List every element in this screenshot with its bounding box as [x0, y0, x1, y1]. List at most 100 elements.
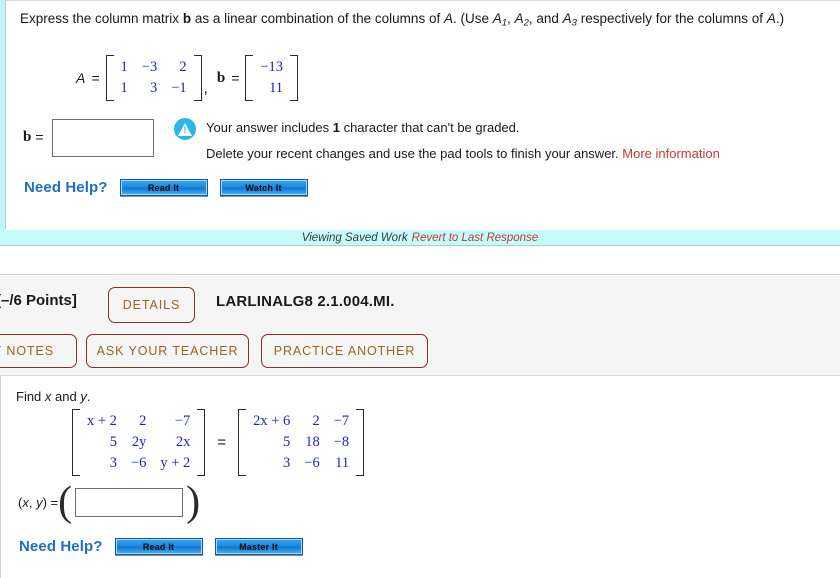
panel-spacer — [0, 247, 840, 275]
cell: 5 — [283, 434, 291, 450]
cell: 2 — [179, 59, 187, 75]
prompt-A1: A — [492, 11, 502, 26]
matrix-left-close-bracket — [197, 409, 206, 476]
prompt-A2: A — [514, 11, 524, 26]
need-help-row-q1: Need Help? Read It Watch It — [24, 179, 308, 196]
table-row: 3 −6 y + 2 — [80, 453, 197, 474]
prompt-text-1: Express the column matrix — [20, 11, 183, 26]
prompt-text-2: as a linear combination of the columns o… — [191, 11, 444, 26]
table-row: 3 −6 11 — [246, 453, 356, 474]
need-help-label-q2: Need Help? — [19, 538, 103, 555]
matrix-left-open-bracket — [72, 409, 80, 476]
cell: 3 — [109, 455, 117, 471]
prompt-A3: A — [562, 11, 572, 26]
cell: 5 — [109, 434, 117, 450]
cell: y + 2 — [160, 455, 191, 471]
prompt-matrix-A: A — [443, 11, 453, 26]
matrix-A-values: 1 −3 2 1 3 −1 — [114, 57, 194, 99]
matrix-left-values: x + 2 2 −7 5 2y 2x 3 −6 y + 2 — [80, 411, 197, 474]
more-information-link[interactable]: More information — [622, 146, 720, 161]
matrix-b-right-bracket — [290, 55, 299, 101]
cell: 18 — [305, 434, 320, 450]
cell: 1 — [120, 80, 128, 96]
cell: 2 — [312, 413, 320, 429]
table-row: 2x + 6 2 −7 — [246, 411, 356, 432]
my-notes-button[interactable]: Y NOTES — [0, 334, 77, 368]
table-row: 1 3 −1 — [114, 78, 194, 99]
warning-message: Your answer includes 1 character that ca… — [206, 115, 720, 167]
answer-row-q2: (x, y) = ( ) — [18, 479, 201, 525]
need-help-label-q1: Need Help? — [24, 179, 108, 196]
question-1-panel: Express the column matrix b as a linear … — [0, 0, 840, 230]
answer-warning-block: ! Your answer includes 1 character that … — [174, 115, 720, 167]
q2-prompt-and: and — [51, 389, 81, 404]
question-1-body: Express the column matrix b as a linear … — [5, 0, 840, 229]
read-it-button-q2[interactable]: Read It — [114, 538, 203, 555]
xy-close: ) = — [42, 494, 59, 510]
question-2-prompt: Find x and y. — [16, 389, 90, 404]
answer-label-xy: (x, y) = — [18, 495, 58, 510]
details-button[interactable]: DETAILS — [108, 287, 195, 323]
matrix-separator-comma: , — [203, 80, 208, 97]
cell: 3 — [283, 455, 291, 471]
matrix-display-q1: A = 1 −3 2 1 3 −1 , b = −13 11 — [76, 55, 299, 101]
table-row: x + 2 2 −7 — [80, 411, 197, 432]
prompt-vector-b: b — [182, 11, 192, 26]
warning-exclamation-glyph: ! — [183, 125, 187, 135]
matrix-A-right-bracket — [193, 55, 202, 101]
cell: x + 2 — [87, 413, 117, 429]
practice-another-button[interactable]: PRACTICE ANOTHER — [261, 334, 428, 368]
prompt-text-5: .) — [775, 11, 785, 26]
cell: 3 — [149, 80, 158, 96]
answer-paren-open: ( — [58, 479, 73, 525]
q2-prompt-pre: Find — [16, 389, 45, 404]
answer-input-xy[interactable] — [75, 487, 184, 517]
warning-line-1: Your answer includes 1 character that ca… — [206, 115, 720, 141]
answer-input-b[interactable] — [51, 119, 154, 157]
matrix-b-equals: = — [231, 70, 240, 86]
matrix-equation-q2: x + 2 2 −7 5 2y 2x 3 −6 y + 2 = 2x + 6 2… — [72, 409, 365, 476]
cell: −3 — [141, 59, 158, 75]
cell: 2 — [139, 413, 147, 429]
warning-icon: ! — [174, 118, 196, 140]
matrix-A-equals: = — [91, 70, 100, 86]
cell: 2x + 6 — [253, 413, 291, 429]
revert-to-last-response-link[interactable]: Revert to Last Response — [412, 232, 539, 244]
question-1-prompt: Express the column matrix b as a linear … — [20, 11, 785, 29]
matrix-b-label: b — [216, 69, 226, 86]
cell: −8 — [333, 434, 350, 450]
warning-post: character that can't be graded. — [339, 120, 520, 135]
ask-your-teacher-button[interactable]: ASK YOUR TEACHER — [86, 334, 249, 368]
table-row: 5 18 −8 — [246, 432, 356, 453]
page-root: Express the column matrix b as a linear … — [0, 0, 840, 578]
table-row: 5 2y 2x — [80, 432, 197, 453]
master-it-button-q2[interactable]: Master It — [214, 538, 303, 555]
matrix-right-open-bracket — [238, 409, 247, 476]
saved-work-banner: Viewing Saved Work Revert to Last Respon… — [0, 230, 840, 246]
cell: 2x — [175, 434, 191, 450]
need-help-row-q2: Need Help? Read It Master It — [19, 538, 303, 555]
cell: 11 — [335, 455, 350, 471]
warning-line-2: Delete your recent changes and use the p… — [206, 141, 720, 167]
cell: −6 — [304, 455, 320, 471]
cell: 1 — [120, 59, 128, 75]
table-row: −13 — [253, 57, 290, 78]
watch-it-button-q1[interactable]: Watch It — [219, 179, 308, 196]
matrix-b-values: −13 11 — [253, 57, 290, 99]
xy-comma: , — [28, 494, 37, 510]
answer-paren-close: ) — [186, 479, 201, 525]
matrix-A-label: A — [76, 70, 86, 86]
matrix-A-left-bracket — [105, 55, 114, 101]
answer-row-q1: b = — [23, 119, 154, 157]
points-label: [–/6 Points] — [0, 292, 77, 309]
warning-instructions: Delete your recent changes and use the p… — [206, 146, 623, 161]
cell: −7 — [174, 413, 191, 429]
cell: 11 — [269, 80, 284, 96]
table-row: 11 — [253, 78, 290, 99]
read-it-button-q1[interactable]: Read It — [119, 179, 208, 196]
prompt-A1-sub: 1 — [501, 17, 508, 29]
prompt-text-3: . (Use — [452, 11, 493, 26]
warning-pre: Your answer includes — [206, 120, 333, 135]
cell: −6 — [130, 455, 147, 471]
table-row: 1 −3 2 — [114, 57, 194, 78]
